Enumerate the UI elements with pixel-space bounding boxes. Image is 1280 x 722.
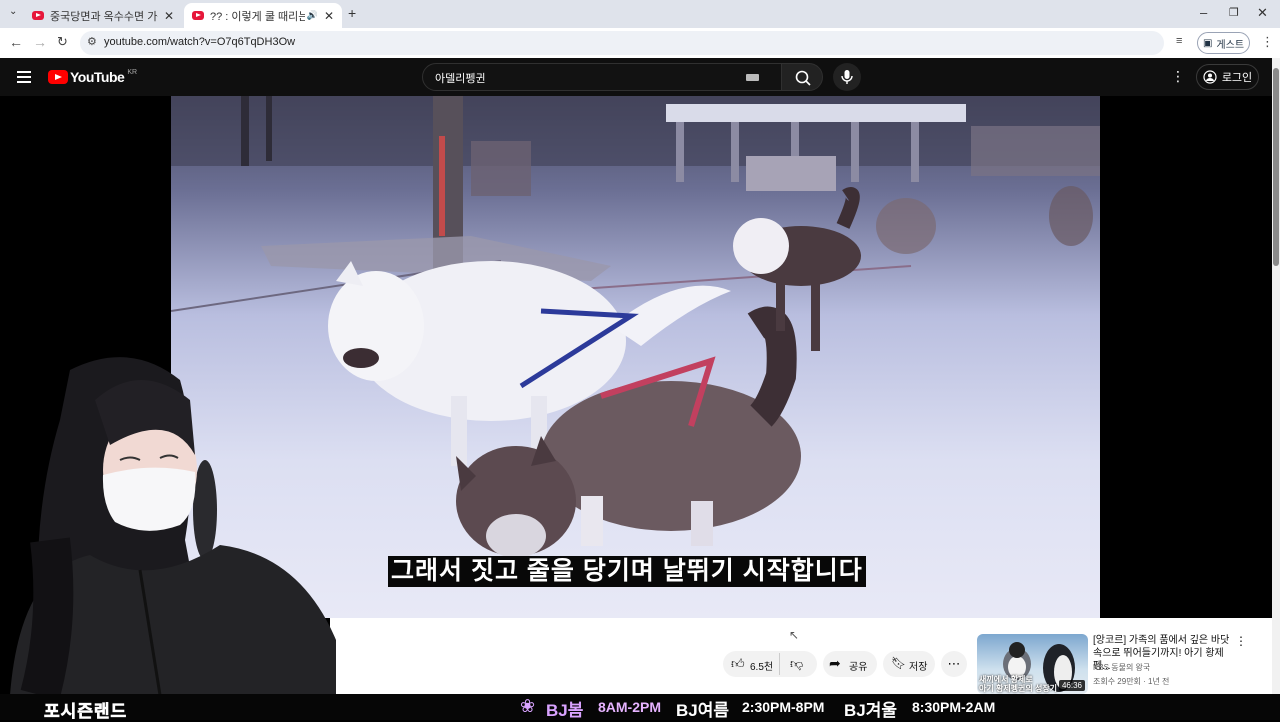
close-icon[interactable]: ✕ (164, 9, 174, 23)
youtube-logo[interactable]: YouTube KR (48, 69, 137, 85)
share-label: 공유 (849, 662, 868, 673)
streamer-webcam (0, 340, 336, 695)
bj2-name: BJ여름 (676, 701, 730, 720)
back-icon[interactable]: ← (9, 34, 23, 50)
related-video-menu-icon[interactable]: ⋮ (1235, 634, 1247, 648)
forward-icon[interactable]: → (33, 34, 47, 50)
stream-schedule-banner: 포시즌랜드 ❀ BJ봄 8AM-2PM BJ여름 2:30PM-8PM BJ겨울… (0, 694, 1280, 722)
url-text[interactable]: youtube.com/watch?v=O7q6TqDH3Ow (104, 36, 295, 48)
bj3-name: BJ겨울 (844, 701, 898, 720)
share-icon: ➦ (829, 655, 841, 671)
related-video-thumbnail[interactable]: 새끼에서 황제로 아기 황제펭귄의 성장기 46:36 (977, 634, 1088, 694)
youtube-play-icon (48, 70, 68, 84)
youtube-favicon-icon (32, 11, 44, 20)
audio-playing-icon[interactable]: 🔊 (307, 10, 318, 21)
guest-label: 게스트 (1216, 39, 1245, 51)
like-dislike-group: 👍︎ 6.5천 👎︎ (723, 651, 817, 677)
save-button[interactable]: 🔖︎ 저장 (883, 651, 935, 677)
video-subtitle: 그래서 짓고 줄을 당기며 날뛰기 시작합니다 (388, 556, 866, 587)
divider (779, 653, 780, 675)
video-info-area (330, 618, 975, 694)
share-button[interactable]: ➦ 공유 (823, 651, 877, 677)
site-info-icon[interactable]: ⚙ (87, 35, 97, 48)
video-duration: 46:36 (1058, 680, 1085, 691)
keyboard-icon[interactable] (746, 74, 759, 81)
channel-brand: 포시즌랜드 (44, 702, 128, 722)
search-input[interactable]: 아델리펭귄 (422, 63, 782, 91)
streamer-image (10, 357, 336, 695)
tab-title: 중국당면과 옥수수면 가득 마라 (50, 10, 158, 23)
mouse-cursor-icon: ↖ (789, 628, 800, 642)
tab-inactive[interactable]: 중국당면과 옥수수면 가득 마라 ✕ (24, 3, 182, 28)
browser-menu-icon[interactable]: ⋮ (1261, 34, 1274, 50)
logo-wordmark: YouTube (70, 69, 125, 85)
related-video-channel[interactable]: KBS 동물의 왕국 (1093, 662, 1150, 673)
browser-tab-strip: ⌄ 중국당면과 옥수수면 가득 마라 ✕ ?? : 이렇게 쿨 때리는 동물 🔊… (0, 0, 1280, 28)
youtube-favicon-icon (192, 11, 204, 20)
more-horizontal-icon: ⋯ (947, 656, 961, 671)
bj3-time: 8:30PM-2AM (912, 699, 996, 715)
youtube-header: YouTube KR 아델리펭귄 ⋮ 로그인 (0, 58, 1272, 96)
voice-search-button[interactable] (833, 63, 861, 91)
region-code: KR (127, 68, 138, 76)
window-close-icon[interactable]: ✕ (1257, 5, 1268, 21)
more-actions-button[interactable]: ⋯ (941, 651, 967, 677)
new-tab-button[interactable]: + (348, 5, 356, 21)
menu-icon[interactable] (17, 71, 31, 83)
omnibox[interactable]: ⚙ youtube.com/watch?v=O7q6TqDH3Ow (80, 31, 1164, 55)
reload-icon[interactable]: ↻ (57, 34, 68, 50)
like-button[interactable]: 👍︎ (731, 656, 745, 672)
account-icon (1203, 70, 1217, 84)
thumbnail-caption: 새끼에서 황제로 아기 황제펭귄의 성장기 (977, 675, 1057, 693)
tab-title: ?? : 이렇게 쿨 때리는 동물 (210, 10, 305, 23)
microphone-icon (841, 70, 853, 84)
minimize-icon[interactable]: – (1200, 5, 1207, 20)
like-count: 6.5천 (750, 662, 774, 673)
related-video-meta: 조회수 29만회 · 1년 전 (1093, 677, 1170, 686)
dislike-button[interactable]: 👎︎ (790, 656, 803, 672)
scrollbar-thumb[interactable] (1273, 68, 1279, 266)
search-button[interactable] (781, 63, 823, 91)
thumbnail-caption-line1: 새끼에서 황제로 (979, 675, 1033, 684)
media-control-icon[interactable]: ≡ (1176, 35, 1182, 47)
search-icon (795, 70, 811, 86)
settings-more-icon[interactable]: ⋮ (1171, 68, 1185, 85)
tab-active[interactable]: ?? : 이렇게 쿨 때리는 동물 🔊 ✕ (184, 3, 342, 28)
address-bar-row: ← → ↻ ⚙ youtube.com/watch?v=O7q6TqDH3Ow … (0, 28, 1280, 58)
bj2-time: 2:30PM-8PM (742, 699, 825, 715)
restore-icon[interactable]: ❐ (1229, 6, 1239, 19)
bj1-time: 8AM-2PM (598, 699, 662, 715)
tab-search-chevron-icon[interactable]: ⌄ (9, 6, 17, 17)
save-label: 저장 (909, 662, 928, 673)
thumbnail-caption-line2: 아기 황제펭귄의 성장기 (979, 684, 1058, 693)
flower-icon: ❀ (520, 696, 536, 716)
bookmark-icon: 🔖︎ (891, 656, 907, 670)
login-button[interactable]: 로그인 (1196, 64, 1259, 90)
profile-icon: ▣ (1202, 37, 1213, 49)
search-value: 아델리펭귄 (435, 73, 486, 85)
login-label: 로그인 (1221, 72, 1253, 84)
guest-profile-button[interactable]: ▣ 게스트 (1197, 32, 1250, 54)
bj1-name: BJ봄 (546, 701, 584, 720)
close-icon[interactable]: ✕ (324, 9, 334, 23)
